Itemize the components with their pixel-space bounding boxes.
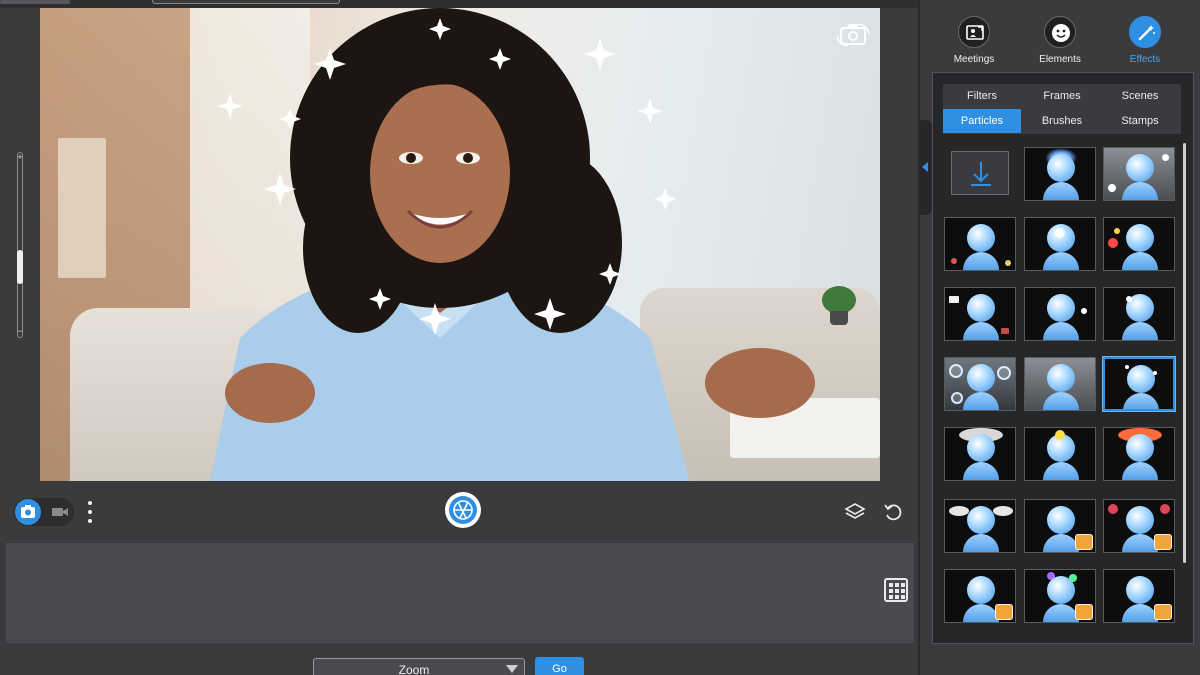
undo-icon[interactable] — [882, 501, 904, 523]
premium-badge-icon — [1075, 534, 1093, 550]
camera-preview — [40, 8, 880, 481]
panel-divider — [918, 0, 920, 675]
chevron-down-icon — [506, 665, 518, 673]
subtab-scenes[interactable]: Scenes — [1101, 84, 1179, 108]
smiley-icon — [1044, 16, 1076, 48]
photo-video-toggle[interactable] — [14, 498, 74, 526]
tab-elements-label: Elements — [1039, 54, 1081, 65]
zoom-slider-track[interactable] — [17, 152, 23, 338]
particle-item[interactable] — [1024, 217, 1096, 271]
particle-item[interactable] — [1024, 357, 1096, 411]
top-left-label-fragment — [0, 0, 70, 4]
particle-item[interactable] — [944, 357, 1016, 411]
meetings-icon — [958, 16, 990, 48]
tab-effects[interactable]: Effects — [1105, 16, 1185, 65]
more-options-icon[interactable] — [86, 499, 94, 527]
tab-effects-label: Effects — [1129, 54, 1161, 65]
effects-scrollbar[interactable] — [1183, 143, 1186, 563]
subtab-stamps[interactable]: Stamps — [1101, 109, 1179, 133]
particle-item[interactable] — [944, 569, 1016, 623]
zoom-out-icon[interactable]: − — [16, 327, 24, 336]
particle-item[interactable] — [1024, 499, 1096, 553]
magic-wand-icon — [1129, 16, 1161, 48]
tab-meetings[interactable]: Meetings — [934, 16, 1014, 65]
particle-item[interactable] — [1103, 287, 1175, 341]
particle-item[interactable] — [1103, 569, 1175, 623]
subtab-filters[interactable]: Filters — [943, 84, 1021, 108]
zoom-slider-thumb[interactable] — [17, 250, 23, 284]
premium-badge-icon — [1154, 604, 1172, 620]
zoom-in-icon[interactable]: + — [16, 153, 24, 162]
premium-badge-icon — [1075, 604, 1093, 620]
tab-meetings-label: Meetings — [953, 54, 995, 65]
particle-item[interactable] — [1024, 287, 1096, 341]
particle-item[interactable] — [1024, 427, 1096, 481]
download-more-particles[interactable] — [951, 151, 1009, 195]
premium-badge-icon — [1154, 534, 1172, 550]
top-toolbar — [0, 0, 918, 8]
particle-item[interactable] — [944, 287, 1016, 341]
premium-badge-icon — [995, 604, 1013, 620]
particle-item[interactable] — [1103, 147, 1175, 201]
layers-icon[interactable] — [844, 501, 866, 523]
particle-item[interactable] — [944, 217, 1016, 271]
capture-shutter-button[interactable] — [444, 491, 482, 529]
go-button[interactable]: Go — [535, 657, 584, 675]
particle-item[interactable] — [1024, 147, 1096, 201]
switch-camera-icon[interactable] — [836, 22, 870, 48]
particle-item[interactable] — [1103, 499, 1175, 553]
top-input-field[interactable] — [152, 0, 340, 4]
particle-item[interactable] — [1024, 569, 1096, 623]
particle-item[interactable] — [944, 499, 1016, 553]
effects-subtabs: Filters Frames Scenes Particles Brushes … — [943, 84, 1181, 134]
chevron-left-icon[interactable] — [922, 162, 928, 172]
particle-item-selected[interactable] — [1102, 356, 1176, 412]
zoom-dropdown-value: Zoom — [398, 663, 430, 675]
subtab-brushes[interactable]: Brushes — [1023, 109, 1101, 133]
particle-item[interactable] — [1103, 217, 1175, 271]
subtab-particles[interactable]: Particles — [943, 109, 1021, 133]
person-on-camera — [210, 8, 815, 481]
subtab-frames[interactable]: Frames — [1023, 84, 1101, 108]
zoom-dropdown[interactable]: Zoom — [313, 658, 525, 675]
video-mode-icon[interactable] — [51, 505, 69, 519]
download-icon — [971, 162, 991, 186]
grid-view-icon[interactable] — [884, 578, 908, 602]
particle-item[interactable] — [1103, 427, 1175, 481]
bottom-panel — [6, 543, 914, 643]
effects-panel: Filters Frames Scenes Particles Brushes … — [932, 72, 1194, 644]
particle-item[interactable] — [944, 427, 1016, 481]
photo-mode-icon[interactable] — [15, 499, 41, 525]
tab-elements[interactable]: Elements — [1020, 16, 1100, 65]
